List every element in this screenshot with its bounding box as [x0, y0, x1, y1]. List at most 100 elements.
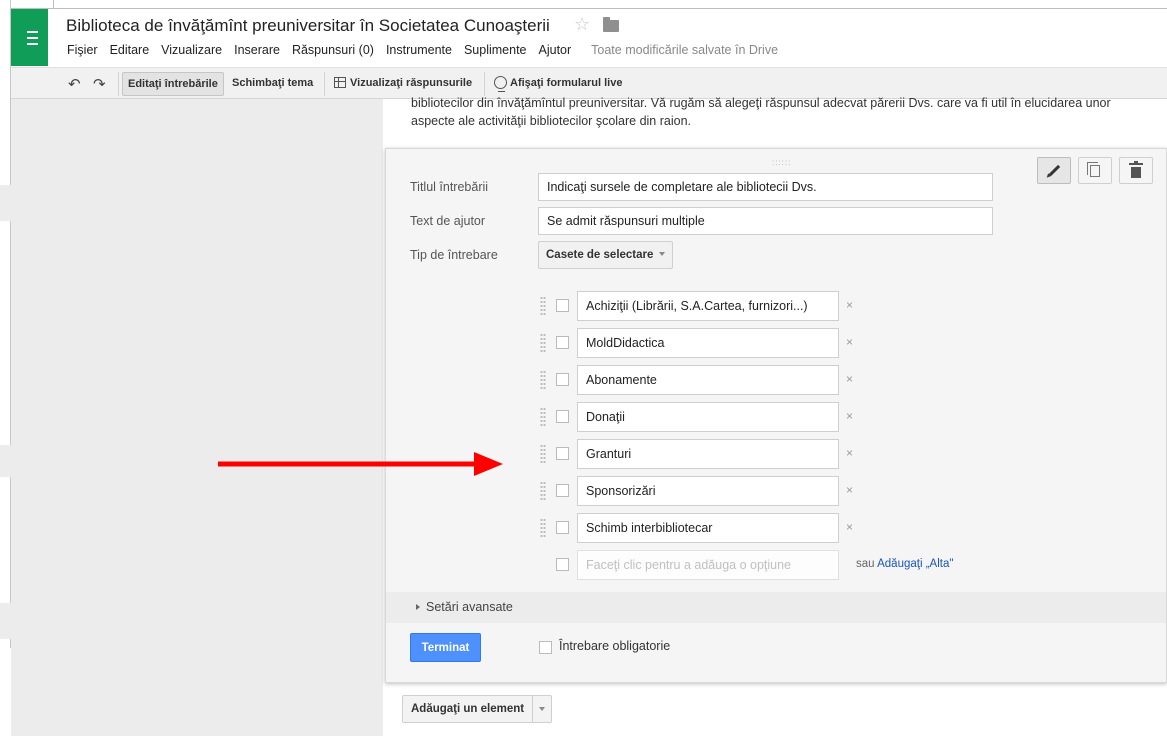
duplicate-icon: [1087, 161, 1100, 177]
menu-edit[interactable]: Editare: [110, 43, 150, 57]
form-description-line: aspecte ale activităţii bibliotecilor şc…: [411, 114, 692, 128]
remove-option-icon[interactable]: ×: [846, 298, 853, 312]
drag-handle-icon[interactable]: [540, 296, 546, 316]
option-checkbox: [556, 447, 569, 460]
menu-tools[interactable]: Instrumente: [386, 43, 452, 57]
change-theme-button[interactable]: Schimbaţi tema: [227, 72, 318, 96]
help-text-label: Text de ajutor: [410, 214, 486, 228]
remove-option-icon[interactable]: ×: [846, 446, 853, 460]
drag-handle-icon[interactable]: [540, 370, 546, 390]
required-checkbox[interactable]: [539, 641, 552, 654]
window-divider: [53, 0, 54, 9]
chevron-down-icon: [539, 707, 546, 711]
undo-icon[interactable]: ↶: [68, 75, 81, 93]
drag-handle-icon[interactable]: [540, 444, 546, 464]
toolbar: ↶ ↷ Editaţi întrebările Schimbaţi tema V…: [11, 67, 1167, 99]
add-item-dropdown[interactable]: [533, 696, 551, 722]
form-description[interactable]: bibliotecilor din învăţămîntul preuniver…: [411, 97, 1151, 130]
card-drag-handle[interactable]: ::::::: [772, 158, 791, 167]
question-title-label: Titlul întrebării: [410, 180, 489, 194]
form-description-line: bibliotecilor din învăţămîntul preuniver…: [411, 97, 1111, 110]
add-item-label: Adăugaţi un element: [403, 696, 534, 722]
option-checkbox: [556, 336, 569, 349]
menu-view[interactable]: Vizualizare: [161, 43, 222, 57]
option-checkbox: [556, 558, 569, 571]
menu-help[interactable]: Ajutor: [539, 43, 572, 57]
required-label: Întrebare obligatorie: [559, 639, 671, 653]
arrow-head: [474, 452, 503, 476]
trash-icon: [1129, 160, 1143, 178]
done-button[interactable]: Terminat: [410, 633, 481, 662]
option-input[interactable]: Donaţii: [577, 402, 839, 432]
remove-option-icon[interactable]: ×: [846, 335, 853, 349]
question-title-input[interactable]: Indicaţi sursele de completare ale bibli…: [538, 173, 993, 201]
forms-logo-icon[interactable]: [11, 9, 48, 66]
menu-addons[interactable]: Suplimente: [464, 43, 527, 57]
edit-question-button[interactable]: [1037, 157, 1071, 184]
question-type-select[interactable]: Casete de selectare: [538, 241, 674, 269]
save-status: Toate modificările salvate în Drive: [591, 43, 779, 57]
menu-file[interactable]: Fişier: [67, 43, 98, 57]
remove-option-icon[interactable]: ×: [846, 409, 853, 423]
triangle-right-icon: [416, 604, 420, 610]
add-option-input[interactable]: Faceţi clic pentru a adăuga o opţiune: [577, 550, 839, 580]
delete-question-button[interactable]: [1119, 157, 1153, 184]
view-responses-button[interactable]: Vizualizaţi răspunsurile: [329, 72, 477, 96]
or-text: sau: [856, 558, 875, 570]
option-input[interactable]: Schimb interbibliotecar: [577, 513, 839, 543]
drag-handle-icon[interactable]: [540, 518, 546, 538]
option-input[interactable]: Abonamente: [577, 365, 839, 395]
document-title[interactable]: Biblioteca de învăţămînt preuniversitar …: [66, 16, 550, 36]
toolbar-separator: [118, 72, 119, 96]
question-editor-card: :::::: Titlul întrebării Indicaţi sursel…: [385, 148, 1167, 683]
remove-option-icon[interactable]: ×: [846, 520, 853, 534]
background-window-fragment: [0, 445, 11, 477]
table-icon: [334, 77, 346, 88]
edit-questions-button[interactable]: Editaţi întrebările: [122, 72, 224, 96]
menu-responses[interactable]: Răspunsuri (0): [292, 43, 374, 57]
help-text-input[interactable]: Se admit răspunsuri multiple: [538, 207, 993, 235]
toolbar-separator: [484, 72, 485, 96]
view-responses-label: Vizualizaţi răspunsurile: [350, 77, 473, 89]
remove-option-icon[interactable]: ×: [846, 372, 853, 386]
background-window-fragment: [0, 603, 11, 639]
option-input[interactable]: Sponsorizări: [577, 476, 839, 506]
remove-option-icon[interactable]: ×: [846, 483, 853, 497]
option-input[interactable]: Granturi: [577, 439, 839, 469]
drag-handle-icon[interactable]: [540, 333, 546, 353]
pencil-icon: [1048, 164, 1060, 177]
background-window-edge: [0, 0, 11, 736]
option-input[interactable]: MoldDidactica: [577, 328, 839, 358]
drag-handle-icon[interactable]: [540, 407, 546, 427]
window-top-border: [0, 0, 1167, 9]
app-header: Biblioteca de învăţămînt preuniversitar …: [11, 9, 1167, 67]
folder-icon[interactable]: [603, 17, 619, 32]
option-checkbox: [556, 484, 569, 497]
show-live-form-button[interactable]: Afişaţi formularul live: [489, 72, 627, 96]
add-other-link[interactable]: Adăugaţi „Alta": [877, 558, 953, 570]
option-input[interactable]: Achiziţii (Librării, S.A.Cartea, furnizo…: [577, 291, 839, 321]
menu-bar: Fişier Editare Vizualizare Inserare Răsp…: [67, 43, 778, 57]
add-item-button[interactable]: Adăugaţi un element: [402, 695, 553, 723]
side-panel: [11, 99, 383, 736]
add-other-option: sau Adăugaţi „Alta": [856, 558, 953, 570]
drag-handle-icon[interactable]: [540, 481, 546, 501]
chevron-down-icon: [659, 252, 666, 256]
star-icon[interactable]: ☆: [574, 14, 590, 35]
question-type-value: Casete de selectare: [546, 249, 654, 261]
background-window-fragment: [0, 185, 11, 221]
live-form-icon: [494, 76, 507, 92]
card-tools: [1037, 157, 1153, 184]
question-type-label: Tip de întrebare: [410, 248, 498, 262]
show-live-form-label: Afişaţi formularul live: [510, 77, 623, 89]
redo-icon[interactable]: ↷: [93, 75, 106, 93]
menu-insert[interactable]: Inserare: [234, 43, 280, 57]
advanced-settings-label: Setări avansate: [426, 600, 513, 614]
option-checkbox: [556, 373, 569, 386]
duplicate-question-button[interactable]: [1078, 157, 1112, 184]
toolbar-separator: [324, 72, 325, 96]
option-checkbox: [556, 299, 569, 312]
advanced-settings-bar[interactable]: Setări avansate: [386, 592, 1166, 623]
option-checkbox: [556, 521, 569, 534]
option-checkbox: [556, 410, 569, 423]
